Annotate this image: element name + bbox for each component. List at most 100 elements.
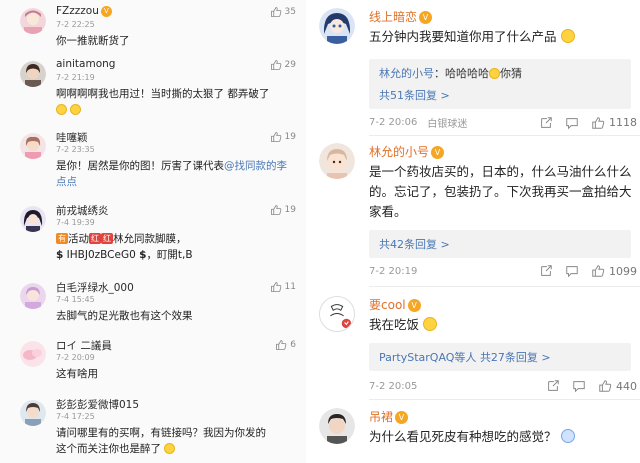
reply-box[interactable]: PartyStarQAQ等人 共27条回复 > xyxy=(369,343,631,371)
reply-count-link[interactable]: PartyStarQAQ等人 共27条回复 > xyxy=(379,349,621,365)
comment-author[interactable]: 白毛浮绿水_000 xyxy=(56,280,134,295)
comment-meta: 7-2 20:06 白银球迷 1118 xyxy=(369,115,637,130)
vip-badge-icon: V xyxy=(395,411,409,424)
vip-badge-icon: V xyxy=(431,146,445,159)
like-button[interactable]: 1099 xyxy=(591,264,637,278)
comment-icon[interactable] xyxy=(565,116,579,130)
reply-box[interactable]: 共42条回复 > xyxy=(369,230,631,258)
comment-item: FZzzzou V 7-2 22:25 35 你一推就断货了 xyxy=(0,5,306,55)
comment-author[interactable]: ロイ 二議員 xyxy=(56,338,112,353)
emoji-icon xyxy=(489,68,500,79)
comment-author[interactable]: FZzzzou V xyxy=(56,5,112,17)
like-count: 29 xyxy=(284,60,296,70)
divider xyxy=(369,399,640,400)
thumbs-up-icon xyxy=(270,132,281,142)
avatar[interactable] xyxy=(319,8,355,44)
emoji-icon xyxy=(164,443,176,454)
avatar[interactable] xyxy=(20,341,46,367)
emoji-icon xyxy=(70,104,82,115)
avatar[interactable] xyxy=(319,408,355,444)
thumbs-up-icon xyxy=(592,116,605,129)
avatar[interactable] xyxy=(20,8,46,34)
comment-item: 白毛浮绿水_000 7-4 15:45 11 去脚气的足光散也有这个效果 xyxy=(0,280,306,330)
comment-item: ainitamong 7-2 21:19 29 啊啊啊啊我也用过！当时撕的太狠了… xyxy=(0,58,306,118)
like-button[interactable]: 440 xyxy=(598,379,637,393)
share-icon[interactable] xyxy=(546,379,560,393)
comment-icon[interactable] xyxy=(565,264,579,278)
like-button[interactable]: 19 xyxy=(270,131,296,143)
like-count: 1118 xyxy=(609,116,637,129)
like-count: 440 xyxy=(616,379,637,393)
comment-time: 7-2 23:35 xyxy=(56,145,95,154)
comment-author[interactable]: 要cool V xyxy=(369,296,421,313)
comment-time: 7-2 20:05 xyxy=(369,380,418,392)
comment-time: 7-2 20:09 xyxy=(56,353,95,362)
thumbs-up-icon xyxy=(592,265,605,277)
comment-icon[interactable] xyxy=(572,379,586,393)
like-button[interactable]: 1118 xyxy=(591,116,637,130)
comment-item: 哇噻颖 7-2 23:35 19 是你！居然是你的图！厉害了课代表@找同款的李点… xyxy=(0,130,306,190)
share-icon[interactable] xyxy=(539,264,553,278)
vip-badge-icon: V xyxy=(407,299,421,312)
like-count: 19 xyxy=(284,132,296,142)
thumbs-up-icon xyxy=(270,7,281,17)
comment-author[interactable]: 吊裙 V xyxy=(369,408,409,425)
comment-item: 要cool V 我在吃饭 PartyStarQAQ等人 共27条回复 > 7-2 … xyxy=(311,293,640,401)
divider xyxy=(369,286,640,287)
comment-author[interactable]: ainitamong xyxy=(56,58,115,70)
avatar[interactable] xyxy=(20,206,46,232)
emoji-icon xyxy=(423,317,437,331)
comment-author[interactable]: 林允的小号 V xyxy=(369,143,445,160)
like-button[interactable]: 11 xyxy=(270,281,296,293)
like-button[interactable]: 6 xyxy=(275,339,296,351)
reply-count-link[interactable]: 共42条回复 > xyxy=(379,236,621,252)
comment-time: 7-4 19:39 xyxy=(56,218,95,227)
comment-time: 7-2 20:19 xyxy=(369,265,418,277)
comment-author[interactable]: 彭彭彭爱微博015 xyxy=(56,397,139,412)
thumbs-up-icon xyxy=(276,340,287,350)
share-icon[interactable] xyxy=(539,116,553,130)
emoji-icon xyxy=(560,429,575,443)
right-comment-panel: 线上暗恋 V 五分钟内我要知道你用了什么产品 林允的小号：哈哈哈哈 你猜 共51条回… xyxy=(311,0,640,463)
reply-preview: 林允的小号：哈哈哈哈 你猜 xyxy=(379,67,522,80)
vip-badge-icon: V xyxy=(100,6,112,17)
vip-badge-icon: V xyxy=(419,11,433,24)
dollar-sign-icon: $ xyxy=(56,249,64,261)
comment-item: 吊裙 V 为什么看见死皮有种想吃的感觉？ xyxy=(311,405,640,463)
like-count: 11 xyxy=(284,282,296,292)
comment-item: ロイ 二議員 7-2 20:09 6 这有啥用 xyxy=(0,338,306,388)
avatar[interactable] xyxy=(20,133,46,159)
thumbs-up-icon xyxy=(270,205,281,215)
like-button[interactable]: 29 xyxy=(270,59,296,71)
comment-source: 白银球迷 xyxy=(427,119,468,130)
avatar[interactable] xyxy=(319,143,355,179)
comment-time: 7-4 15:45 xyxy=(56,295,95,304)
comment-item: 林允的小号 V 是一个药妆店买的，日本的，什么马油什么什么的。忘记了，包装扔了。下… xyxy=(311,140,640,288)
red-envelope-icon: 红 xyxy=(89,233,101,244)
comment-text: 有活动红红林允同款脚膜， $ IHBJ0zBCeG0 $，町開t,B xyxy=(56,233,193,261)
comment-time: 7-2 21:19 xyxy=(56,73,95,82)
comment-text: 啊啊啊啊我也用过！当时撕的太狠了 都弄破了 xyxy=(56,86,296,118)
avatar[interactable] xyxy=(20,400,46,426)
comment-text: 去脚气的足光散也有这个效果 xyxy=(56,310,193,322)
like-count: 1099 xyxy=(609,264,637,278)
like-button[interactable]: 19 xyxy=(270,204,296,216)
avatar[interactable] xyxy=(319,296,355,332)
comment-author[interactable]: 线上暗恋 V xyxy=(369,8,433,25)
comment-author[interactable]: 前戎城绣炎 xyxy=(56,203,109,218)
comment-meta: 7-2 20:19 1099 xyxy=(369,264,637,278)
comment-item: 线上暗恋 V 五分钟内我要知道你用了什么产品 林允的小号：哈哈哈哈 你猜 共51条回… xyxy=(311,5,640,136)
comment-time: 7-4 17:25 xyxy=(56,412,95,421)
comment-author[interactable]: 哇噻颖 xyxy=(56,130,88,145)
avatar[interactable] xyxy=(20,283,46,309)
reply-box[interactable]: 林允的小号：哈哈哈哈 你猜 共51条回复 > xyxy=(369,59,631,109)
like-button[interactable]: 35 xyxy=(270,6,296,18)
comment-item: 彭彭彭爱微博015 7-4 17:25 请问哪里有的买啊，有链接吗？我因为你发的… xyxy=(0,397,306,463)
reply-author[interactable]: 林允的小号 xyxy=(379,67,434,80)
like-count: 35 xyxy=(284,7,296,17)
left-comment-panel: FZzzzou V 7-2 22:25 35 你一推就断货了 ainitamong… xyxy=(0,0,306,463)
thumbs-up-icon xyxy=(270,282,281,292)
avatar[interactable] xyxy=(20,61,46,87)
comment-time: 7-2 22:25 xyxy=(56,20,95,29)
reply-count-link[interactable]: 共51条回复 > xyxy=(379,87,621,103)
